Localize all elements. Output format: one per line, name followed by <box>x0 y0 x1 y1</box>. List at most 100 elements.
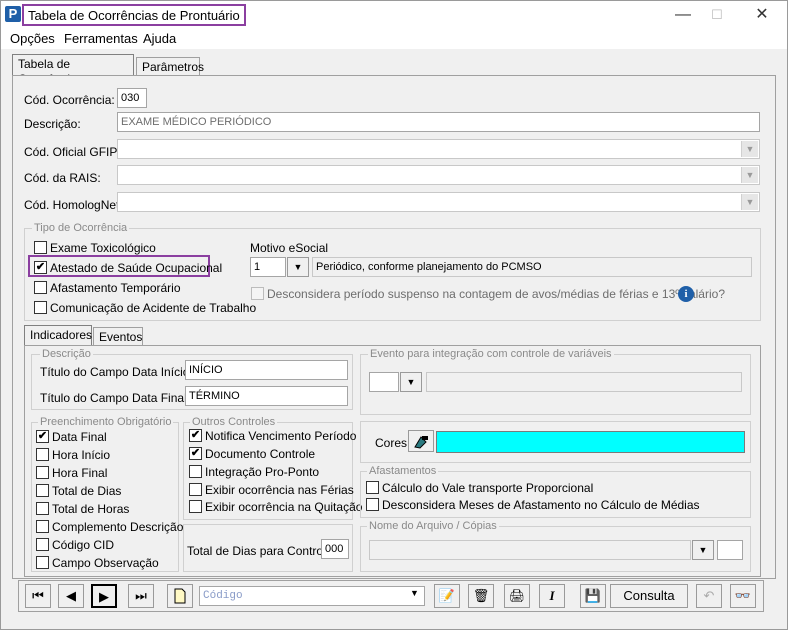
total-dias-label: Total de Dias <box>52 484 122 498</box>
italic-icon[interactable]: I <box>539 584 565 608</box>
hora-final-checkbox[interactable] <box>36 466 49 479</box>
documento-controle-checkbox[interactable]: ✔ <box>189 447 202 460</box>
final-label: Título do Campo Data Final: <box>40 391 191 405</box>
arquivo-dropdown-button[interactable]: ▼ <box>692 540 714 560</box>
integracao-pro-ponto-checkbox[interactable] <box>189 465 202 478</box>
total-horas-label: Total de Horas <box>52 502 130 516</box>
app-logo-icon: P <box>5 6 21 22</box>
arquivo-field <box>369 540 691 560</box>
close-button[interactable]: ✕ <box>742 1 782 29</box>
evento-dropdown-button[interactable]: ▼ <box>400 372 422 392</box>
chevron-down-icon: ▼ <box>741 167 758 183</box>
integracao-pro-ponto-label: Integração Pro-Ponto <box>205 465 320 479</box>
consulta-button[interactable]: Consulta <box>610 584 688 608</box>
exame-toxicologico-label: Exame Toxicológico <box>50 241 156 255</box>
homolognet-select[interactable]: ▼ <box>117 192 760 212</box>
data-final-label: Data Final <box>52 430 107 444</box>
descricao-group-title: Descrição <box>40 348 93 360</box>
print-icon[interactable]: 🖨 <box>504 584 530 608</box>
arquivo-title: Nome do Arquivo / Cópias <box>367 520 499 532</box>
gfip-label: Cód. Oficial GFIP: <box>24 145 121 159</box>
maximize-button[interactable]: ☐ <box>697 1 737 29</box>
cod-ocorrencia-field[interactable]: 030 <box>117 88 147 108</box>
undo-icon[interactable]: ↶ <box>696 584 722 608</box>
info-icon[interactable]: i <box>678 286 694 302</box>
complemento-descricao-label: Complemento Descrição <box>52 520 184 534</box>
chevron-down-icon[interactable]: ▼ <box>410 588 419 598</box>
tab-eventos[interactable]: Eventos <box>93 327 143 347</box>
tab-indicadores[interactable]: Indicadores <box>24 325 92 346</box>
copias-field[interactable] <box>717 540 743 560</box>
comunicacao-acidente-checkbox[interactable] <box>34 301 47 314</box>
exibir-quitacao-label: Exibir ocorrência na Quitação <box>205 500 363 514</box>
cod-ocorrencia-label: Cód. Ocorrência: <box>24 93 115 107</box>
rais-select[interactable]: ▼ <box>117 165 760 185</box>
search-input[interactable]: Código <box>199 586 425 606</box>
campo-observacao-checkbox[interactable] <box>36 556 49 569</box>
afastamento-temporario-label: Afastamento Temporário <box>50 281 181 295</box>
desconsidera-periodo-label: Desconsidera período suspenso na contage… <box>267 287 725 301</box>
inicio-label: Título do Campo Data Início: <box>40 365 193 379</box>
documento-controle-label: Documento Controle <box>205 447 316 461</box>
exibir-ferias-checkbox[interactable] <box>189 483 202 496</box>
exibir-quitacao-checkbox[interactable] <box>189 500 202 513</box>
binoculars-icon[interactable]: 👓 <box>730 584 756 608</box>
hora-final-label: Hora Final <box>52 466 108 480</box>
new-document-icon[interactable] <box>167 584 193 608</box>
color-picker-icon[interactable] <box>408 430 434 452</box>
desconsidera-periodo-checkbox[interactable] <box>251 287 264 300</box>
codigo-cid-label: Código CID <box>52 538 115 552</box>
motivo-dropdown-button[interactable]: ▼ <box>287 257 309 277</box>
last-record-button[interactable]: ⏭ <box>128 584 154 608</box>
prev-record-button[interactable]: ◀ <box>58 584 84 608</box>
preenchimento-title: Preenchimento Obrigatório <box>38 416 174 428</box>
hora-inicio-label: Hora Início <box>52 448 111 462</box>
atestado-checkbox[interactable]: ✔ <box>34 261 47 274</box>
campo-observacao-label: Campo Observação <box>52 556 159 570</box>
descricao-label: Descrição: <box>24 117 81 131</box>
desconsidera-meses-checkbox[interactable] <box>366 498 379 511</box>
evento-field[interactable] <box>369 372 399 392</box>
menu-opcoes[interactable]: Opções <box>10 31 55 46</box>
exibir-ferias-label: Exibir ocorrência nas Férias <box>205 483 354 497</box>
edit-document-icon[interactable]: 📝 <box>434 584 460 608</box>
homolognet-label: Cód. HomologNet: <box>24 198 123 212</box>
notifica-vencimento-label: Notifica Vencimento Período <box>205 429 357 443</box>
tab-parametros[interactable]: Parâmetros <box>136 57 204 77</box>
exame-toxicologico-checkbox[interactable] <box>34 241 47 254</box>
delete-icon[interactable]: 🗑 <box>468 584 494 608</box>
codigo-cid-checkbox[interactable] <box>36 538 49 551</box>
chevron-down-icon: ▼ <box>741 194 758 210</box>
total-dias-controle-label: Total de Dias para Controle: <box>187 544 336 558</box>
outros-controles-title: Outros Controles <box>190 416 278 428</box>
first-record-button[interactable]: ⏮ <box>25 584 51 608</box>
gfip-select[interactable]: ▼ <box>117 139 760 159</box>
data-final-checkbox[interactable]: ✔ <box>36 430 49 443</box>
total-horas-checkbox[interactable] <box>36 502 49 515</box>
tab-tabela-ocorrencias[interactable]: Tabela de Ocorrências <box>12 54 134 86</box>
color-swatch[interactable] <box>436 431 745 453</box>
final-field[interactable]: TÉRMINO <box>185 386 348 406</box>
inicio-field[interactable]: INÍCIO <box>185 360 348 380</box>
descricao-field[interactable]: EXAME MÉDICO PERIÓDICO <box>117 112 760 132</box>
motivo-desc-field: Periódico, conforme planejamento do PCMS… <box>312 257 752 277</box>
cores-label: Cores <box>375 436 408 450</box>
window-title: Tabela de Ocorrências de Prontuário <box>22 4 246 26</box>
notifica-vencimento-checkbox[interactable]: ✔ <box>189 429 202 442</box>
comunicacao-acidente-label: Comunicação de Acidente de Trabalho <box>50 301 257 315</box>
afastamentos-title: Afastamentos <box>367 465 439 477</box>
desconsidera-meses-label: Desconsidera Meses de Afastamento no Cál… <box>382 498 700 512</box>
hora-inicio-checkbox[interactable] <box>36 448 49 461</box>
afastamento-temporario-checkbox[interactable] <box>34 281 47 294</box>
menu-ajuda[interactable]: Ajuda <box>143 31 176 46</box>
atestado-label: Atestado de Saúde Ocupacional <box>50 261 223 275</box>
tipo-ocorrencia-title: Tipo de Ocorrência <box>32 222 130 234</box>
vale-transporte-checkbox[interactable] <box>366 481 379 494</box>
complemento-descricao-checkbox[interactable] <box>36 520 49 533</box>
motivo-code-field[interactable]: 1 <box>250 257 286 277</box>
total-dias-checkbox[interactable] <box>36 484 49 497</box>
total-dias-controle-field[interactable]: 000 <box>321 539 349 559</box>
save-icon[interactable]: 💾 <box>580 584 606 608</box>
next-record-button[interactable]: ▶ <box>91 584 117 608</box>
menu-ferramentas[interactable]: Ferramentas <box>64 31 138 46</box>
